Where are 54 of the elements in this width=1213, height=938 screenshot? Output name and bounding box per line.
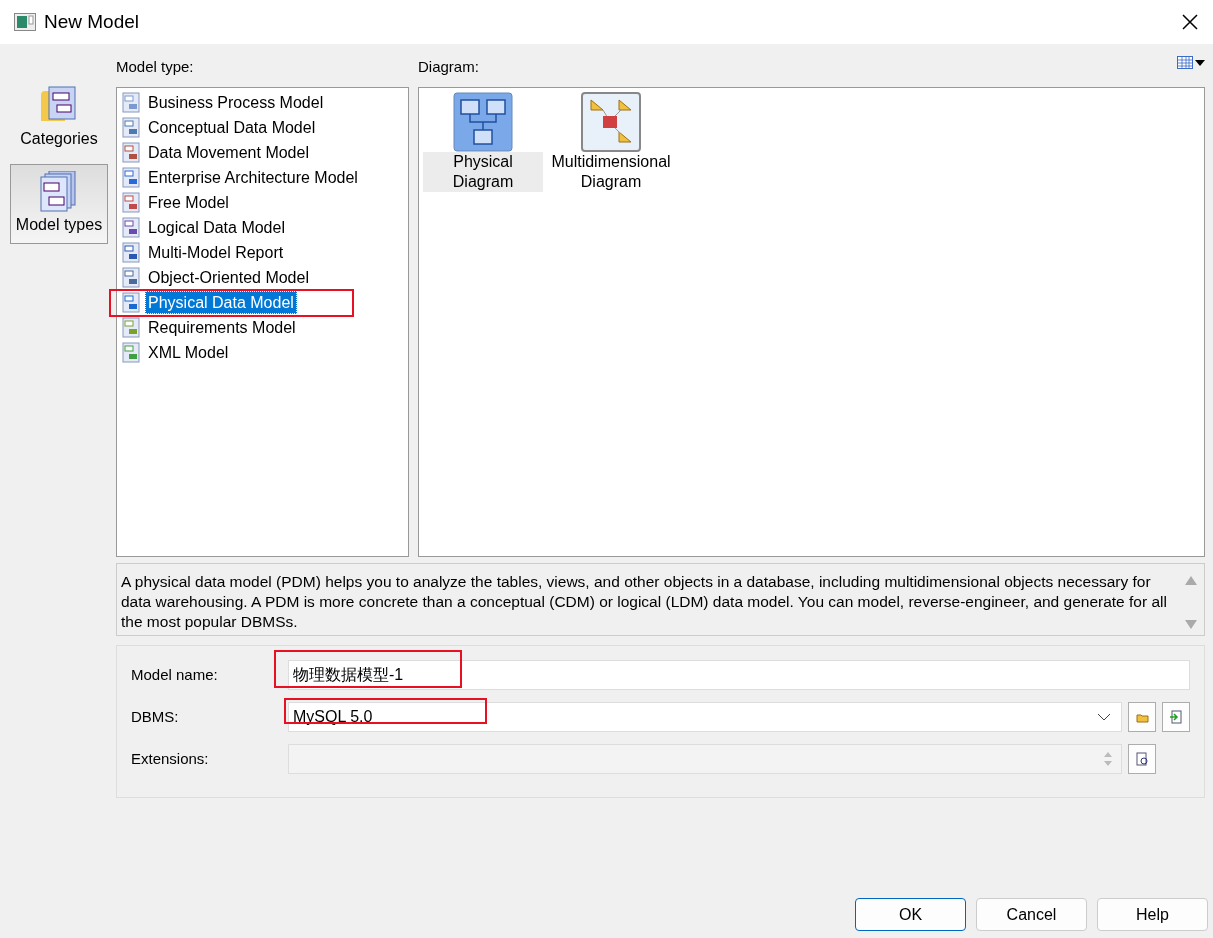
grid-view-icon — [1177, 56, 1205, 70]
document-icon — [121, 342, 142, 363]
spin-arrows-icon — [1103, 751, 1113, 767]
document-icon — [121, 292, 142, 313]
list-item[interactable]: Data Movement Model — [145, 141, 312, 164]
documents-icon — [39, 171, 79, 213]
extensions-button[interactable] — [1128, 744, 1156, 774]
text-field[interactable]: 物理数据模型-1 — [288, 660, 1190, 690]
list-item[interactable]: Multi-Model Report — [145, 241, 287, 264]
sidebar-item[interactable]: Model types — [10, 164, 108, 244]
list-item[interactable]: Physical Data Model — [145, 291, 297, 314]
sidebar-item[interactable]: Categories — [10, 78, 108, 158]
cube-icon — [581, 92, 641, 152]
document-icon — [121, 167, 142, 188]
field-label: Model name: — [131, 664, 219, 685]
list-item[interactable]: Conceptual Data Model — [145, 116, 319, 139]
window-title: New Model — [44, 9, 140, 34]
document-search-icon — [1135, 752, 1149, 766]
document-icon — [121, 92, 142, 113]
dropdown[interactable]: MySQL 5.0 — [288, 702, 1122, 732]
description-text: A physical data model (PDM) helps you to analyze the tables, views, and other objects in a database, including multidimensional objects necessary for data warehousing. A PDM is more concrete than a conceptual (CDM) or logical (LDM) data model. You can model, reverse-engineer, and generate for all the most popular DBMSs. — [120, 572, 1168, 632]
dialog-button[interactable]: OK — [855, 898, 966, 931]
dialog-button[interactable]: Cancel — [976, 898, 1087, 931]
document-icon — [121, 117, 142, 138]
import-button[interactable] — [1162, 702, 1190, 732]
document-icon — [121, 142, 142, 163]
document-icon — [121, 267, 142, 288]
list-item[interactable]: XML Model — [145, 341, 232, 364]
scroll-down-icon[interactable] — [1185, 620, 1197, 629]
list-label: Model type: — [116, 57, 195, 77]
list-item[interactable]: Free Model — [145, 191, 232, 214]
list-label: Diagram: — [418, 57, 479, 77]
browse-button[interactable] — [1128, 702, 1156, 732]
dialog-button[interactable]: Help — [1097, 898, 1208, 931]
scroll-up-icon[interactable] — [1185, 576, 1197, 585]
chevron-down-icon — [1097, 712, 1111, 722]
document-icon — [121, 217, 142, 238]
list-item[interactable]: Requirements Model — [145, 316, 299, 339]
list-item[interactable]: Enterprise Architecture Model — [145, 166, 361, 189]
list-item[interactable]: Object-Oriented Model — [145, 266, 312, 289]
folder-icon — [1135, 711, 1149, 723]
document-icon — [121, 192, 142, 213]
field-label: DBMS: — [131, 706, 180, 727]
view-button[interactable] — [1177, 56, 1205, 70]
close-icon — [1182, 14, 1198, 30]
document-icon — [121, 317, 142, 338]
diagram-item[interactable]: Physical Diagram — [423, 92, 543, 192]
app-icon — [14, 13, 36, 31]
document-icon — [121, 242, 142, 263]
list-item[interactable]: Business Process Model — [145, 91, 327, 114]
diagram-item[interactable]: Multidimensional Diagram — [551, 92, 671, 192]
list-item[interactable]: Logical Data Model — [145, 216, 288, 239]
diagram-icon — [453, 92, 513, 152]
field-label: Extensions: — [131, 748, 210, 769]
